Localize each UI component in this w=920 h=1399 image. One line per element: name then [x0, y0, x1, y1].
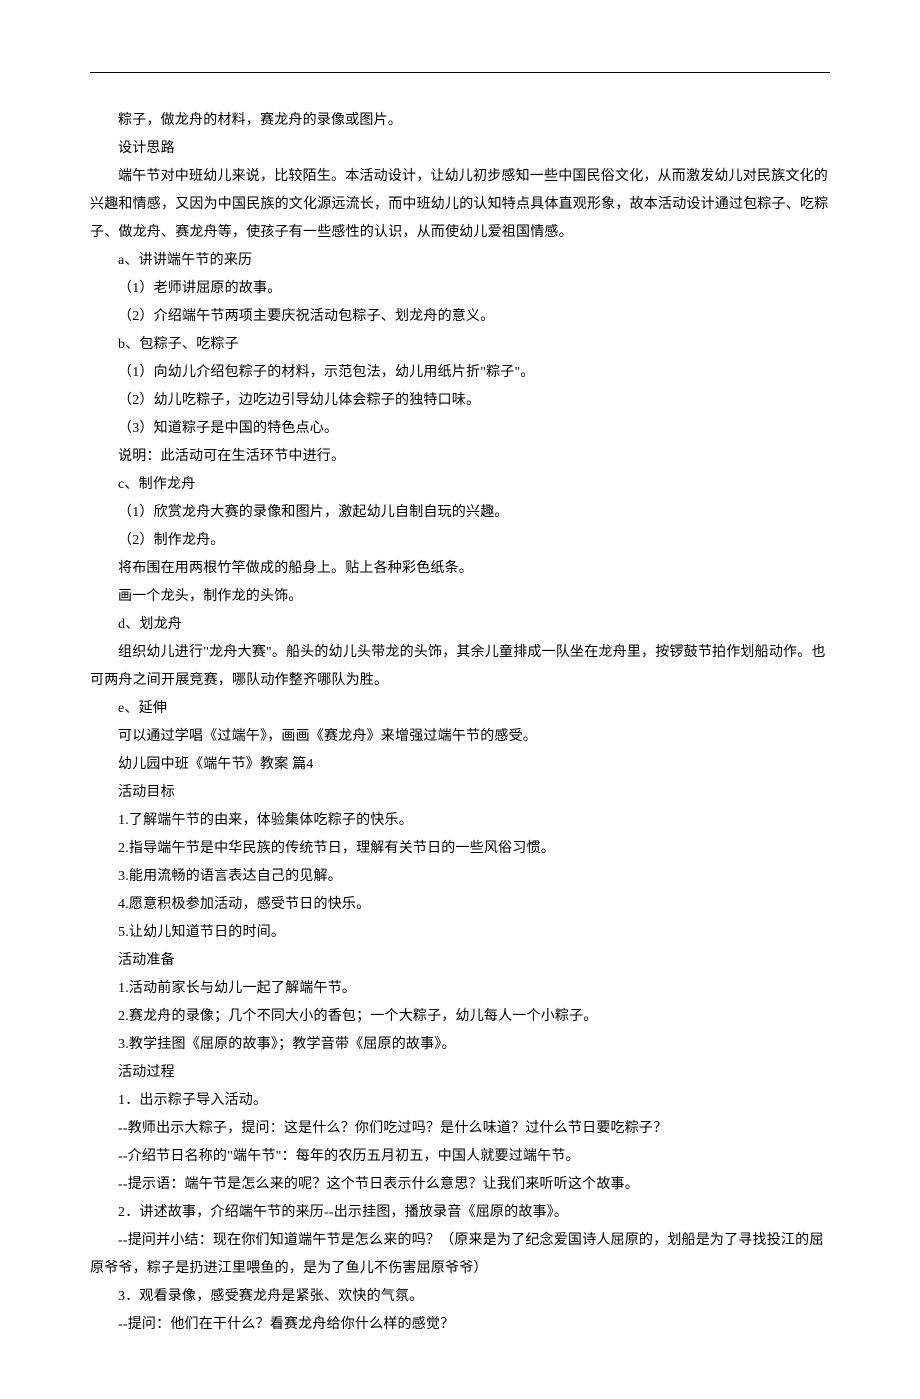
paragraph: 5.让幼儿知道节日的时间。: [90, 919, 830, 947]
paragraph: 1.了解端午节的由来，体验集体吃粽子的快乐。: [90, 807, 830, 835]
paragraph: （3）知道粽子是中国的特色点心。: [90, 415, 830, 443]
paragraph: （1）向幼儿介绍包粽子的材料，示范包法，幼儿用纸片折"粽子"。: [90, 359, 830, 387]
paragraph: 画一个龙头，制作龙的头饰。: [90, 583, 830, 611]
paragraph: 2．讲述故事，介绍端午节的来历--出示挂图，播放录音《屈原的故事》。: [90, 1199, 830, 1227]
paragraph: --提问：他们在干什么？看赛龙舟给你什么样的感觉？: [90, 1311, 830, 1339]
paragraph: （2）制作龙舟。: [90, 527, 830, 555]
paragraph: 设计思路: [90, 135, 830, 163]
paragraph: a、讲讲端午节的来历: [90, 247, 830, 275]
paragraph: 活动过程: [90, 1059, 830, 1087]
paragraph: e、延伸: [90, 695, 830, 723]
paragraph: 2.指导端午节是中华民族的传统节日，理解有关节日的一些风俗习惯。: [90, 835, 830, 863]
paragraph: d、划龙舟: [90, 611, 830, 639]
paragraph: 粽子，做龙舟的材料，赛龙舟的录像或图片。: [90, 107, 830, 135]
document-body: 粽子，做龙舟的材料，赛龙舟的录像或图片。设计思路端午节对中班幼儿来说，比较陌生。…: [90, 107, 830, 1339]
paragraph: （2）介绍端午节两项主要庆祝活动包粽子、划龙舟的意义。: [90, 303, 830, 331]
paragraph: 组织幼儿进行"龙舟大赛"。船头的幼儿头带龙的头饰，其余儿童排成一队坐在龙舟里，按…: [90, 639, 830, 695]
document-page: 粽子，做龙舟的材料，赛龙舟的录像或图片。设计思路端午节对中班幼儿来说，比较陌生。…: [0, 0, 920, 1399]
horizontal-rule: [90, 72, 830, 73]
paragraph: 3.能用流畅的语言表达自己的见解。: [90, 863, 830, 891]
paragraph: 2.赛龙舟的录像；几个不同大小的香包；一个大粽子，幼儿每人一个小粽子。: [90, 1003, 830, 1031]
paragraph: --介绍节日名称的"端午节"：每年的农历五月初五，中国人就要过端午节。: [90, 1143, 830, 1171]
paragraph: 说明：此活动可在生活环节中进行。: [90, 443, 830, 471]
paragraph: 1.活动前家长与幼儿一起了解端午节。: [90, 975, 830, 1003]
paragraph: 幼儿园中班《端午节》教案 篇4: [90, 751, 830, 779]
paragraph: --教师出示大粽子，提问：这是什么？你们吃过吗？是什么味道？过什么节日要吃粽子？: [90, 1115, 830, 1143]
paragraph: 4.愿意积极参加活动，感受节日的快乐。: [90, 891, 830, 919]
paragraph: 将布围在用两根竹竿做成的船身上。贴上各种彩色纸条。: [90, 555, 830, 583]
paragraph: （2）幼儿吃粽子，边吃边引导幼儿体会粽子的独特口味。: [90, 387, 830, 415]
paragraph: （1）欣赏龙舟大赛的录像和图片，激起幼儿自制自玩的兴趣。: [90, 499, 830, 527]
paragraph: 3．观看录像，感受赛龙舟是紧张、欢快的气氛。: [90, 1283, 830, 1311]
paragraph: （1）老师讲屈原的故事。: [90, 275, 830, 303]
paragraph: c、制作龙舟: [90, 471, 830, 499]
paragraph: 1．出示粽子导入活动。: [90, 1087, 830, 1115]
paragraph: --提示语：端午节是怎么来的呢？这个节日表示什么意思？让我们来听听这个故事。: [90, 1171, 830, 1199]
paragraph: b、包粽子、吃粽子: [90, 331, 830, 359]
paragraph: 3.教学挂图《屈原的故事》；教学音带《屈原的故事》。: [90, 1031, 830, 1059]
paragraph: 活动目标: [90, 779, 830, 807]
paragraph: 端午节对中班幼儿来说，比较陌生。本活动设计，让幼儿初步感知一些中国民俗文化，从而…: [90, 163, 830, 247]
paragraph: 可以通过学唱《过端午》，画画《赛龙舟》来增强过端午节的感受。: [90, 723, 830, 751]
paragraph: --提问并小结：现在你们知道端午节是怎么来的吗？（原来是为了纪念爱国诗人屈原的，…: [90, 1227, 830, 1283]
paragraph: 活动准备: [90, 947, 830, 975]
